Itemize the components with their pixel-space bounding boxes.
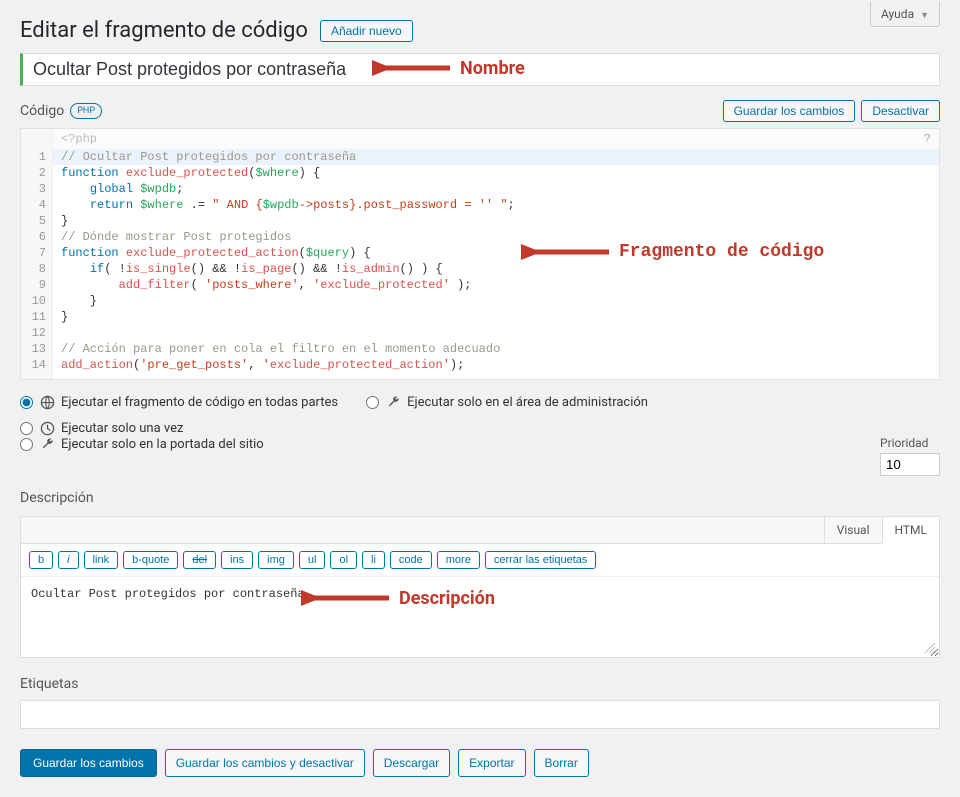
description-textarea[interactable]	[21, 577, 939, 657]
scope-front-label: Ejecutar solo en la portada del sitio	[61, 437, 264, 452]
qt-li[interactable]: li	[362, 551, 385, 569]
qt-close[interactable]: cerrar las etiquetas	[485, 551, 597, 569]
clock-icon	[39, 420, 55, 436]
scope-once-radio[interactable]	[20, 422, 33, 435]
description-heading: Descripción	[20, 490, 940, 506]
code-area[interactable]: // Ocultar Post protegidos por contraseñ…	[53, 149, 939, 379]
resize-grip-icon[interactable]	[923, 641, 937, 655]
download-button[interactable]: Descargar	[373, 749, 450, 777]
scope-admin-radio[interactable]	[366, 396, 379, 409]
qt-bold[interactable]: b	[29, 551, 53, 569]
qt-img[interactable]: img	[258, 551, 294, 569]
export-button[interactable]: Exportar	[458, 749, 525, 777]
qt-ins[interactable]: ins	[221, 551, 253, 569]
help-tab[interactable]: Ayuda ▼	[870, 2, 940, 27]
description-editor: Visual HTML b i link b-quote del ins img…	[20, 516, 940, 658]
line-gutter: 1234567891011121314	[21, 149, 53, 379]
add-new-button[interactable]: Añadir nuevo	[320, 20, 413, 42]
php-badge: PHP	[70, 103, 102, 119]
scope-once-label: Ejecutar solo una vez	[61, 421, 183, 436]
priority-input[interactable]	[880, 453, 940, 476]
qt-del[interactable]: del	[183, 551, 216, 569]
code-editor[interactable]: <?php ? 1234567891011121314 // Ocultar P…	[20, 128, 940, 380]
qt-more[interactable]: more	[437, 551, 480, 569]
scope-everywhere-label: Ejecutar el fragmento de código en todas…	[61, 395, 338, 410]
scope-everywhere[interactable]: Ejecutar el fragmento de código en todas…	[20, 394, 338, 410]
scope-front-radio[interactable]	[20, 438, 33, 451]
help-icon[interactable]: ?	[924, 132, 931, 146]
quicktags-toolbar: b i link b-quote del ins img ul ol li co…	[21, 544, 939, 577]
code-section-label: Código	[20, 103, 64, 119]
help-label: Ayuda	[881, 7, 914, 21]
tags-input[interactable]	[20, 700, 940, 729]
delete-button[interactable]: Borrar	[534, 749, 589, 777]
priority-label: Prioridad	[880, 436, 940, 450]
scope-front[interactable]: Ejecutar solo en la portada del sitio	[20, 436, 264, 452]
scope-everywhere-radio[interactable]	[20, 396, 33, 409]
scope-admin-label: Ejecutar solo en el área de administraci…	[407, 395, 648, 410]
tab-html[interactable]: HTML	[882, 517, 940, 544]
chevron-down-icon: ▼	[920, 11, 929, 21]
qt-ol[interactable]: ol	[330, 551, 357, 569]
save-button-top[interactable]: Guardar los cambios	[723, 100, 856, 122]
snippet-title-input[interactable]	[20, 53, 940, 86]
wrench-icon	[385, 394, 401, 410]
globe-icon	[39, 394, 55, 410]
qt-italic[interactable]: i	[58, 551, 78, 569]
qt-bquote[interactable]: b-quote	[123, 551, 178, 569]
wrench-icon	[39, 436, 55, 452]
save-button[interactable]: Guardar los cambios	[20, 749, 157, 777]
page-title: Editar el fragmento de código	[20, 18, 308, 43]
qt-ul[interactable]: ul	[299, 551, 326, 569]
qt-link[interactable]: link	[84, 551, 119, 569]
qt-code[interactable]: code	[390, 551, 432, 569]
deactivate-button-top[interactable]: Desactivar	[861, 100, 940, 122]
scope-once[interactable]: Ejecutar solo una vez	[20, 420, 338, 436]
php-open-tag: <?php	[61, 132, 97, 146]
tab-visual[interactable]: Visual	[824, 517, 882, 543]
tags-heading: Etiquetas	[20, 676, 940, 692]
save-deactivate-button[interactable]: Guardar los cambios y desactivar	[165, 749, 365, 777]
scope-admin[interactable]: Ejecutar solo en el área de administraci…	[366, 394, 648, 410]
